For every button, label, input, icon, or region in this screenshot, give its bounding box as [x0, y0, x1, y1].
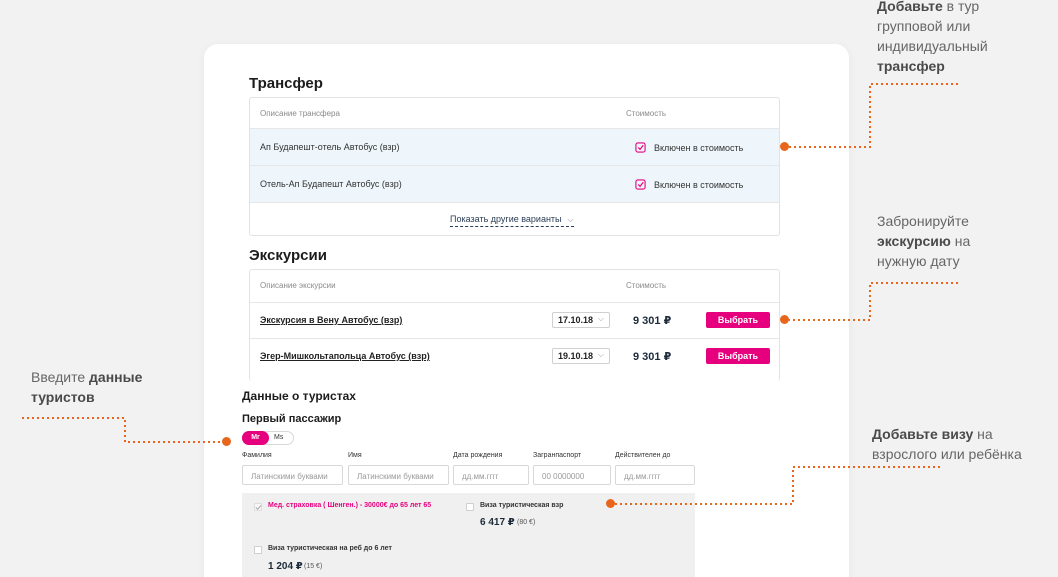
visa-marker-dot	[606, 499, 615, 508]
annotation-leaders	[22, 83, 958, 505]
tourists-marker-dot	[222, 437, 231, 446]
excursion-marker-dot	[780, 315, 789, 324]
transfer-marker-dot	[780, 142, 789, 151]
